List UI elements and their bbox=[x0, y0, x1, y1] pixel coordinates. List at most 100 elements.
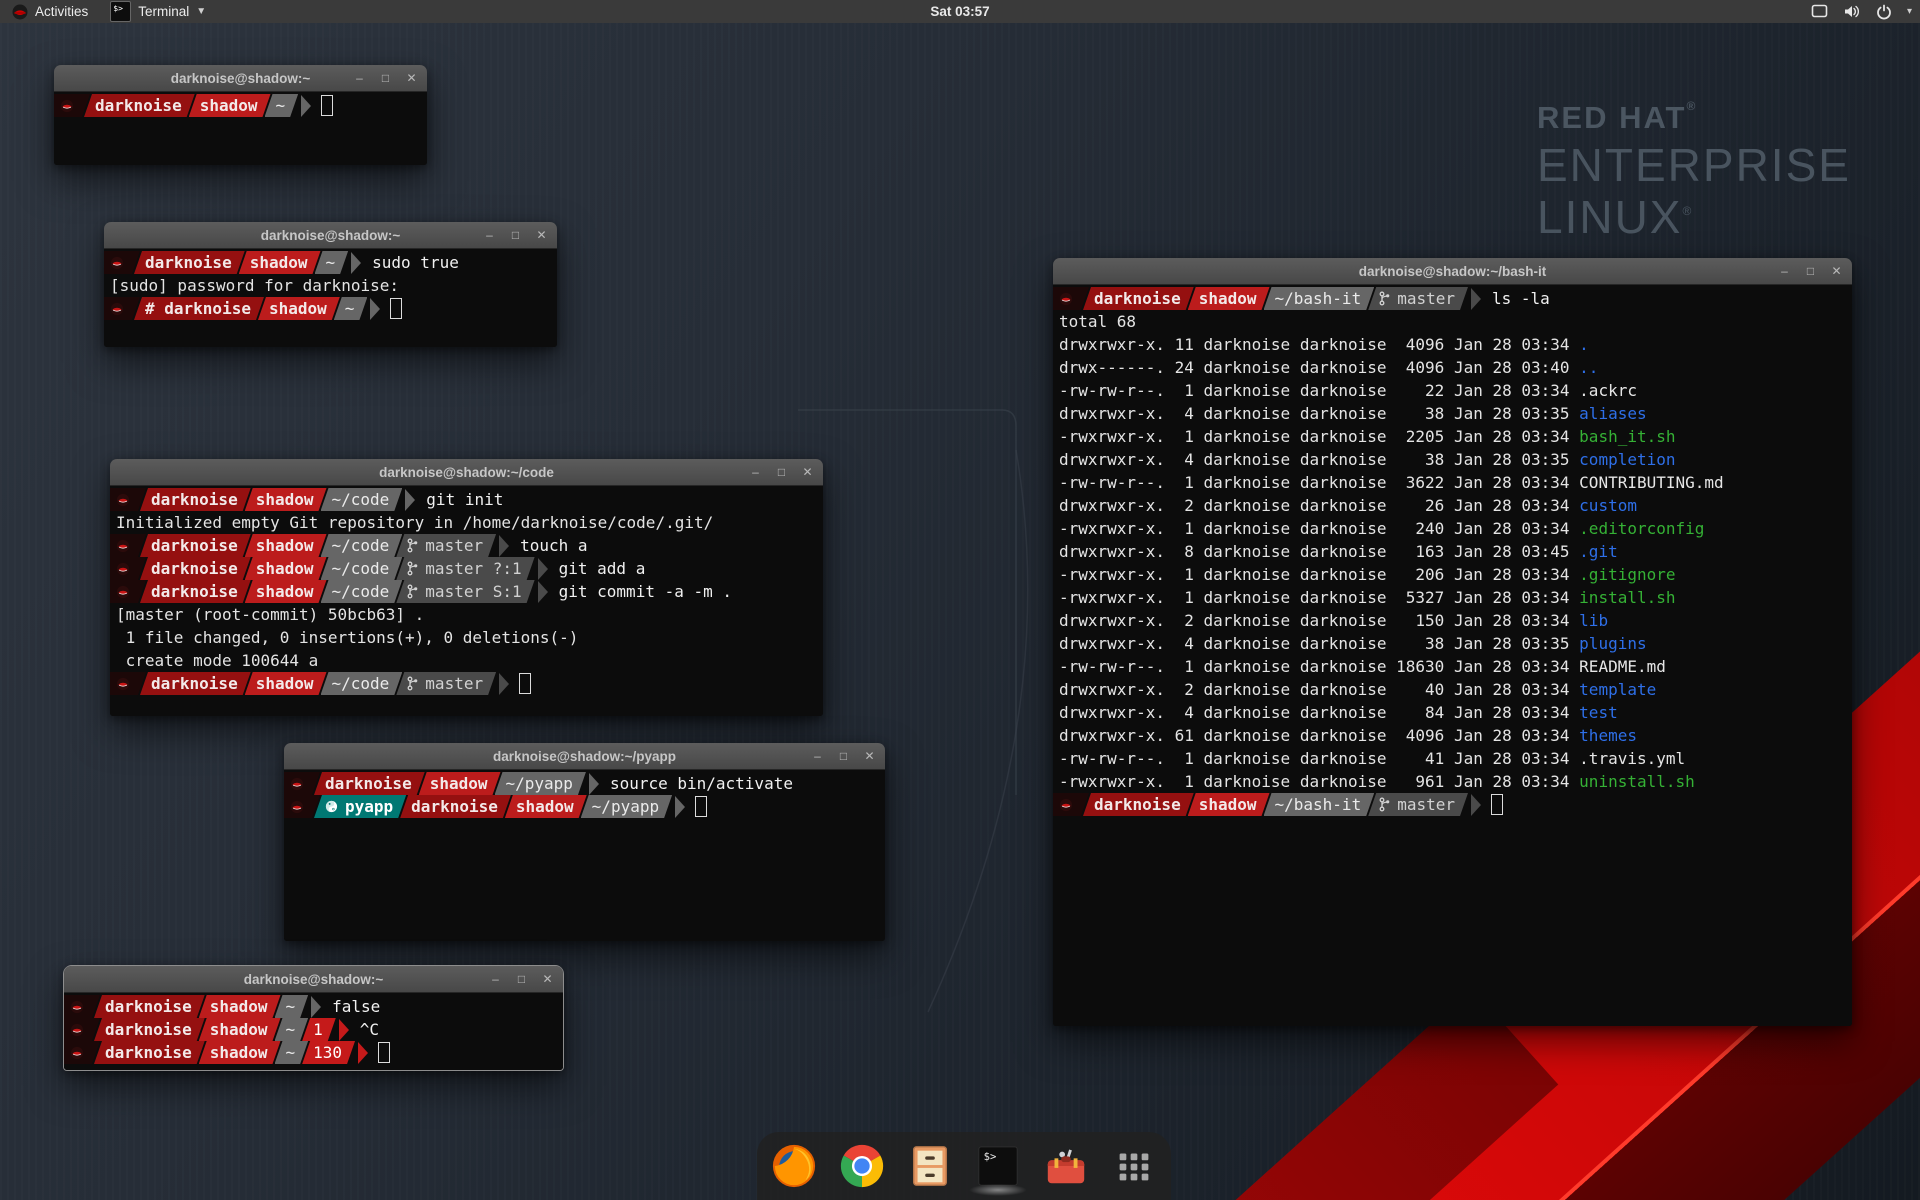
ls-row-meta: drwxrwxr-x. 4 darknoise darknoise 38 Jan… bbox=[1053, 402, 1579, 425]
maximize-button[interactable]: □ bbox=[379, 71, 392, 85]
prompt-segment-user: darknoise bbox=[94, 1018, 205, 1041]
prompt-segment-host: shadow bbox=[245, 580, 327, 603]
prompt-segment-git: master S:1 bbox=[396, 580, 534, 603]
prompt-segment-path: ~/bash-it bbox=[1264, 287, 1375, 310]
brand-line-3: LINUX® bbox=[1537, 194, 1851, 240]
ls-row-meta: -rw-rw-r--. 1 darknoise darknoise 18630 … bbox=[1053, 655, 1579, 678]
app-menu-label: Terminal bbox=[138, 4, 189, 19]
prompt-segment-user: darknoise bbox=[314, 772, 425, 795]
power-icon bbox=[1876, 4, 1892, 20]
minimize-button[interactable]: – bbox=[811, 749, 824, 763]
window-title: darknoise@shadow:~/code bbox=[379, 465, 554, 480]
window-titlebar[interactable]: darknoise@shadow:~–□✕ bbox=[104, 222, 557, 249]
terminal-line: -rw-rw-r--. 1 darknoise darknoise 41 Jan… bbox=[1053, 747, 1852, 770]
window-titlebar[interactable]: darknoise@shadow:~ –□ ✕ bbox=[54, 65, 427, 92]
redhat-prompt-icon bbox=[290, 800, 304, 814]
terminal-content[interactable]: darknoiseshadow~ bbox=[54, 92, 427, 165]
ls-row-meta: drwxrwxr-x. 4 darknoise darknoise 38 Jan… bbox=[1053, 448, 1579, 471]
window-title: darknoise@shadow:~/bash-it bbox=[1359, 264, 1547, 279]
ls-row-filename: custom bbox=[1579, 494, 1637, 517]
terminal-line: darknoiseshadow~false bbox=[64, 995, 563, 1018]
terminal-window-home-small[interactable]: darknoise@shadow:~ –□ ✕ darknoiseshadow~ bbox=[54, 65, 427, 165]
close-button[interactable]: ✕ bbox=[1830, 264, 1843, 278]
terminal-line: darknoiseshadow~ bbox=[54, 94, 427, 117]
close-button[interactable]: ✕ bbox=[863, 749, 876, 763]
command-text: source bin/activate bbox=[610, 772, 793, 795]
output-text: create mode 100644 a bbox=[110, 649, 318, 672]
close-button[interactable]: ✕ bbox=[541, 972, 554, 986]
prompt-os-segment bbox=[64, 1018, 100, 1041]
dock-app-grid-button[interactable] bbox=[1111, 1143, 1157, 1189]
window-buttons: –□ ✕ bbox=[353, 65, 418, 91]
maximize-button[interactable]: □ bbox=[837, 749, 850, 763]
ls-row-filename: . bbox=[1579, 333, 1589, 356]
minimize-button[interactable]: – bbox=[483, 228, 496, 242]
prompt-segment-venv: pyapp bbox=[314, 795, 406, 818]
redhat-logo-icon bbox=[12, 4, 28, 20]
window-buttons: –□ ✕ bbox=[811, 743, 876, 769]
maximize-button[interactable]: □ bbox=[515, 972, 528, 986]
caret-down-icon: ▼ bbox=[196, 6, 206, 17]
prompt-segment-user: darknoise bbox=[94, 995, 205, 1018]
clock[interactable]: Sat 03:57 bbox=[930, 4, 989, 19]
close-button[interactable]: ✕ bbox=[535, 228, 548, 242]
terminal-line: -rw-rw-r--. 1 darknoise darknoise 18630 … bbox=[1053, 655, 1852, 678]
terminal-cursor bbox=[378, 1042, 390, 1063]
ls-row-filename: bash_it.sh bbox=[1579, 425, 1675, 448]
terminal-content[interactable]: darknoiseshadow~/pyappsource bin/activat… bbox=[284, 770, 885, 941]
terminal-line: drwxrwxr-x. 2 darknoise darknoise 40 Jan… bbox=[1053, 678, 1852, 701]
terminal-line: darknoiseshadow~/codemastertouch a bbox=[110, 534, 823, 557]
dock-chrome-button[interactable] bbox=[839, 1143, 885, 1189]
ls-row-meta: -rwxrwxr-x. 1 darknoise darknoise 961 Ja… bbox=[1053, 770, 1579, 793]
maximize-button[interactable]: □ bbox=[509, 228, 522, 242]
terminal-content[interactable]: darknoiseshadow~sudo true[sudo] password… bbox=[104, 249, 557, 347]
terminal-window-sudo[interactable]: darknoise@shadow:~–□✕darknoiseshadow~sud… bbox=[104, 222, 557, 347]
terminal-window-bash-it[interactable]: darknoise@shadow:~/bash-it –□ ✕ darknoisesh… bbox=[1053, 258, 1852, 1026]
minimize-button[interactable]: – bbox=[1778, 264, 1791, 278]
app-menu-terminal[interactable]: $> Terminal ▼ bbox=[100, 0, 216, 23]
firefox-icon bbox=[771, 1143, 817, 1189]
prompt-segment-host: shadow bbox=[245, 488, 327, 511]
terminal-line: drwxrwxr-x. 4 darknoise darknoise 38 Jan… bbox=[1053, 448, 1852, 471]
minimize-button[interactable]: – bbox=[353, 71, 366, 85]
prompt-segment-path: ~/code bbox=[321, 672, 403, 695]
close-button[interactable]: ✕ bbox=[801, 465, 814, 479]
terminal-content[interactable]: darknoiseshadow~/codegit initInitialized… bbox=[110, 486, 823, 716]
top-bar: Activities $> Terminal ▼ Sat 03:57 ▾ bbox=[0, 0, 1920, 23]
volume-icon bbox=[1843, 4, 1861, 19]
terminal-line: darknoiseshadow~1^C bbox=[64, 1018, 563, 1041]
close-button[interactable]: ✕ bbox=[405, 71, 418, 85]
window-titlebar[interactable]: darknoise@shadow:~/bash-it –□ ✕ bbox=[1053, 258, 1852, 285]
window-titlebar[interactable]: darknoise@shadow:~/code –□ ✕ bbox=[110, 459, 823, 486]
terminal-window-exitcodes[interactable]: darknoise@shadow:~–□✕darknoiseshadow~fal… bbox=[64, 966, 563, 1070]
prompt-os-segment bbox=[104, 297, 140, 320]
prompt-segment-user: darknoise bbox=[140, 672, 251, 695]
terminal-window-pyapp[interactable]: darknoise@shadow:~/pyapp–□✕darknoiseshad… bbox=[284, 743, 885, 941]
prompt-segment-user: darknoise bbox=[140, 557, 251, 580]
ls-row-filename: .ackrc bbox=[1579, 379, 1637, 402]
redhat-prompt-icon bbox=[70, 1023, 84, 1037]
terminal-line: darknoiseshadow~/codemaster S:1git commi… bbox=[110, 580, 823, 603]
prompt-segment-git: master bbox=[1368, 287, 1468, 310]
dock-files-button[interactable] bbox=[907, 1143, 953, 1189]
prompt-segment-user: darknoise bbox=[1083, 793, 1194, 816]
terminal-window-code[interactable]: darknoise@shadow:~/code–□✕darknoiseshado… bbox=[110, 459, 823, 716]
maximize-button[interactable]: □ bbox=[775, 465, 788, 479]
terminal-cursor bbox=[390, 298, 402, 319]
output-text: Initialized empty Git repository in /hom… bbox=[110, 511, 713, 534]
terminal-content[interactable]: darknoiseshadow~falsedarknoiseshadow~1^C… bbox=[64, 993, 563, 1070]
dock-firefox-button[interactable] bbox=[771, 1143, 817, 1189]
window-title: darknoise@shadow:~ bbox=[171, 71, 311, 86]
maximize-button[interactable]: □ bbox=[1804, 264, 1817, 278]
dock-toolbox-button[interactable] bbox=[1043, 1143, 1089, 1189]
terminal-line: darknoiseshadow~/codemaster bbox=[110, 672, 823, 695]
activities-button[interactable]: Activities bbox=[0, 0, 100, 23]
system-status-menu[interactable]: ▾ bbox=[1811, 0, 1912, 23]
dock-terminal-button[interactable]: $> bbox=[975, 1143, 1021, 1189]
window-titlebar[interactable]: darknoise@shadow:~/pyapp–□✕ bbox=[284, 743, 885, 770]
minimize-button[interactable]: – bbox=[489, 972, 502, 986]
minimize-button[interactable]: – bbox=[749, 465, 762, 479]
terminal-content[interactable]: darknoiseshadow~/bash-itmasterls -latota… bbox=[1053, 285, 1852, 1026]
redhat-prompt-icon bbox=[1059, 292, 1073, 306]
window-titlebar[interactable]: darknoise@shadow:~–□✕ bbox=[64, 966, 563, 993]
